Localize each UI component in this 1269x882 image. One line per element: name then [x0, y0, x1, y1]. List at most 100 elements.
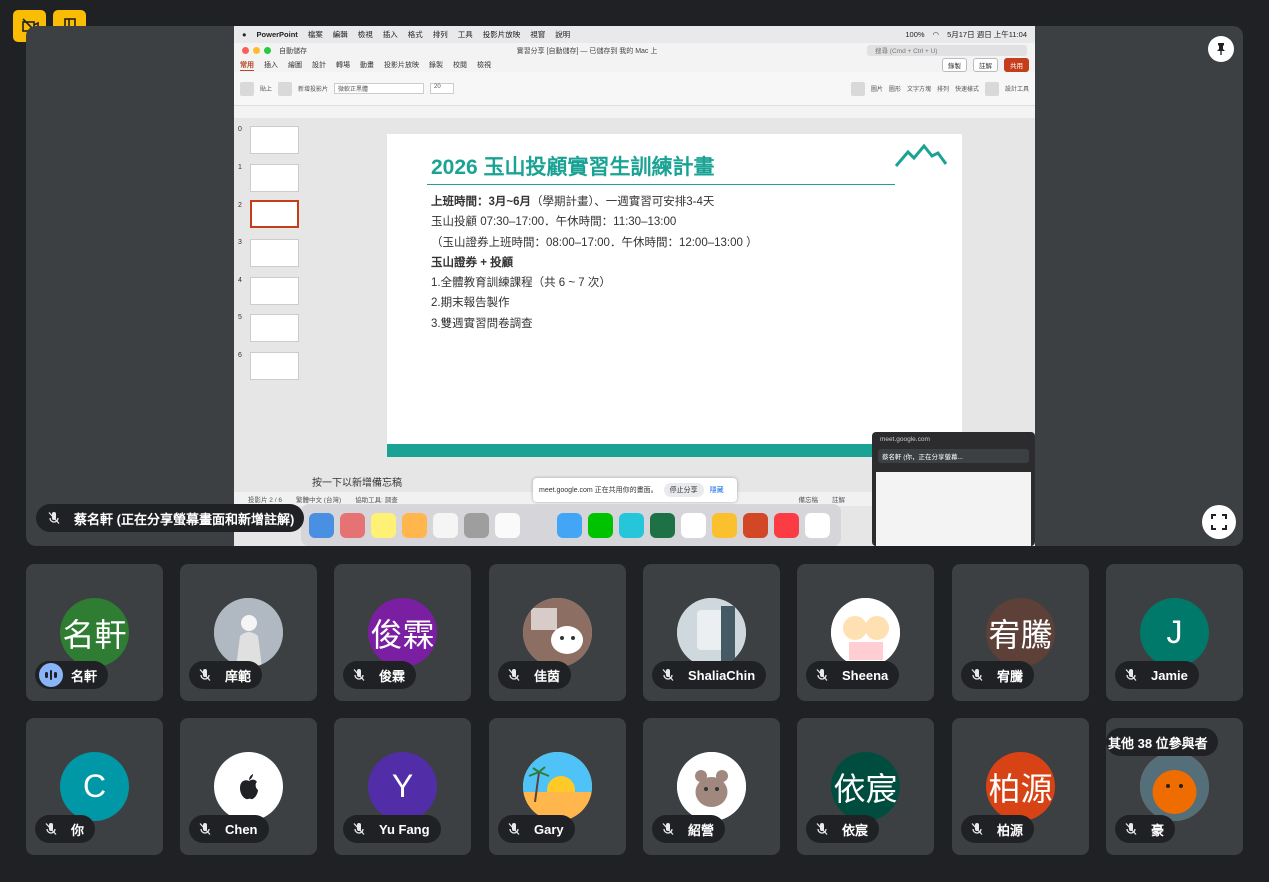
participant-tile[interactable]: Sheena — [797, 564, 934, 701]
mic-off-icon — [39, 817, 63, 841]
slide-body: 上班時間：3月~6月（學期計畫）、一週實習可安排3-4天 玉山投顧 07:30–… — [431, 192, 758, 334]
presenter-label: 蔡名軒 (正在分享螢幕畫面和新增註解) — [36, 504, 305, 532]
participant-tile[interactable]: 紹營 — [643, 718, 780, 855]
thumb-number: 5 — [238, 314, 242, 321]
others-tile[interactable]: 其他 38 位參與者 豪 — [1106, 718, 1243, 855]
wifi-icon: ◠ — [932, 30, 940, 39]
participant-tile[interactable]: Y Yu Fang — [334, 718, 471, 855]
new-slide-label: 新增投影片 — [298, 87, 329, 93]
avatar — [214, 752, 283, 821]
participant-tile[interactable]: 依宸 依宸 — [797, 718, 934, 855]
tab-transitions: 轉場 — [336, 62, 350, 69]
fullscreen-button[interactable] — [1202, 505, 1236, 539]
tab-record: 錄製 — [429, 62, 443, 69]
pin-button[interactable] — [1208, 36, 1234, 62]
slide-thumbnail — [250, 277, 299, 305]
mic-off-icon — [965, 663, 989, 687]
participant-tile[interactable]: 庠範 — [180, 564, 317, 701]
thumb-number: 4 — [238, 277, 242, 284]
mic-off-icon — [656, 663, 680, 687]
new-slide-icon — [278, 81, 293, 96]
mic-off-icon — [347, 817, 371, 841]
participant-name: Yu Fang — [379, 821, 430, 837]
avatar — [523, 752, 592, 821]
participant-name: 宥騰 — [997, 668, 1024, 684]
mountain-logo-icon — [894, 144, 948, 167]
avatar: 宥騰 — [986, 598, 1055, 667]
participant-tile[interactable]: 佳茵 — [489, 564, 626, 701]
mac-menubar: ● PowerPoint 檔案 編輯 檢視 插入 格式 排列 工具 投影片放映 … — [234, 26, 1035, 43]
menu-format: 格式 — [407, 30, 423, 39]
language-label: 繁體中文 (台灣) — [295, 497, 342, 504]
clock: 5月17日 週日 上午11:04 — [947, 30, 1027, 39]
help-icon — [526, 513, 551, 538]
participant-name: 紹營 — [688, 822, 715, 838]
slide-line-4: 玉山證券 + 投顧 — [431, 256, 514, 269]
name-chip: 你 — [35, 815, 96, 843]
participant-name: 依宸 — [842, 822, 869, 838]
beach-sunset-icon — [523, 752, 592, 821]
avatar: 柏源 — [986, 752, 1055, 821]
mic-off-icon — [810, 817, 834, 841]
picture-label: 圖片 — [870, 87, 883, 93]
participant-tile[interactable]: 柏源 柏源 — [952, 718, 1089, 855]
name-chip: Gary — [498, 815, 575, 843]
cartoon-pair-icon — [831, 598, 900, 667]
others-count-label: 其他 38 位參與者 — [1106, 728, 1218, 756]
participant-tile[interactable]: 名軒 名軒 — [26, 564, 163, 701]
person-photo-icon — [214, 598, 283, 667]
thumb-number: 3 — [238, 239, 242, 246]
menubar-app: PowerPoint — [256, 30, 298, 39]
participant-name: 名軒 — [71, 668, 98, 684]
name-chip: Jamie — [1115, 661, 1199, 689]
notes-icon — [371, 512, 396, 538]
record-button: 錄製 — [942, 58, 967, 72]
participant-tile[interactable]: C 你 — [26, 718, 163, 855]
participant-name: Gary — [534, 821, 564, 837]
participant-tile[interactable]: 俊霖 俊霖 — [334, 564, 471, 701]
menu-view: 檢視 — [357, 30, 373, 39]
hide-share-bar-button: 隱藏 — [709, 487, 724, 494]
menu-edit: 編輯 — [332, 30, 348, 39]
tab-home: 常用 — [240, 61, 254, 71]
name-chip: 紹營 — [652, 815, 726, 843]
paste-icon — [240, 81, 254, 96]
music-icon — [774, 512, 799, 538]
accessibility-label: 協助工具: 調查 — [355, 497, 398, 504]
tab-design: 設計 — [312, 62, 326, 69]
quick-styles-label: 快速樣式 — [954, 87, 979, 93]
tab-slideshow: 投影片放映 — [384, 62, 419, 69]
participant-tile[interactable]: J Jamie — [1106, 564, 1243, 701]
participant-tile[interactable]: ShaliaChin — [643, 564, 780, 701]
menu-window: 視窗 — [530, 30, 546, 39]
name-chip: 名軒 — [35, 661, 109, 689]
ribbon-tabs: 常用 插入 繪圖 設計 轉場 動畫 投影片放映 錄製 校閱 檢視 錄製 註解 共… — [234, 58, 1035, 72]
menu-insert: 插入 — [382, 30, 398, 39]
avatar — [831, 598, 900, 667]
picture-icon — [850, 81, 865, 96]
mic-off-icon — [193, 663, 217, 687]
participant-name: Chen — [225, 821, 258, 837]
participant-tile[interactable]: 宥騰 宥騰 — [952, 564, 1089, 701]
close-window-icon — [242, 47, 249, 54]
slide-line-5: 1.全體教育訓練課程（共 6 ~ 7 次） — [431, 277, 611, 290]
launchpad-icon — [340, 512, 365, 538]
zoom-window-icon — [264, 47, 271, 54]
notes-placeholder: 按一下以新增備忘稿 — [312, 478, 402, 489]
name-chip: Yu Fang — [343, 815, 441, 843]
presenter-name: 蔡名軒 (正在分享螢幕畫面和新增註解) — [74, 511, 295, 527]
mic-off-icon — [1119, 663, 1143, 687]
avatar — [523, 598, 592, 667]
participant-tile[interactable]: Gary — [489, 718, 626, 855]
participant-tile[interactable]: Chen — [180, 718, 317, 855]
photos-icon — [402, 512, 427, 538]
app-icon — [433, 512, 458, 538]
tab-draw: 繪圖 — [288, 62, 302, 69]
slide-thumbnail — [250, 352, 299, 380]
avatar: J — [1140, 598, 1209, 667]
cartoon-dog-icon — [523, 598, 592, 667]
safari-icon — [557, 512, 582, 538]
pip-preview — [876, 472, 1031, 546]
powerpoint-icon — [743, 512, 768, 538]
window-titlebar: 自動儲存 實習分享 [自動儲存] — 已儲存到 我的 Mac 上 搜尋 (Cmd… — [234, 43, 1035, 58]
